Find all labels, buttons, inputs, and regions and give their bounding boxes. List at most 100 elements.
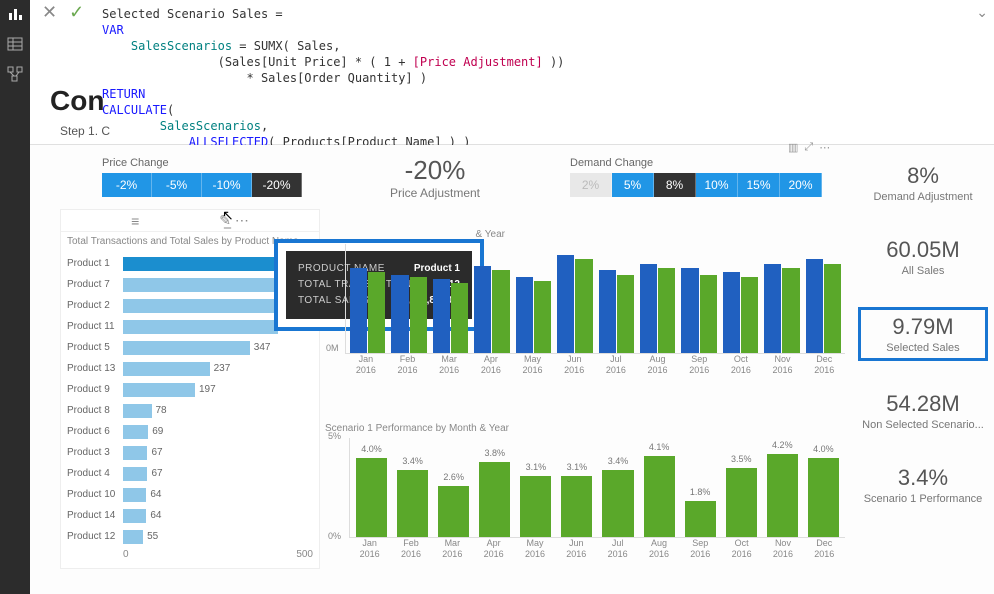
bar-row[interactable]: Product 5347: [67, 337, 313, 358]
perf-column[interactable]: 2.6%: [438, 486, 469, 537]
column-group[interactable]: [433, 244, 468, 353]
perf-column[interactable]: 3.4%: [397, 470, 428, 537]
demand-option[interactable]: 5%: [612, 173, 654, 197]
visual-export-icon[interactable]: ✎̲ ⋯: [219, 212, 249, 229]
kpi-column: 8%Demand Adjustment60.05MAll Sales9.79MS…: [858, 159, 988, 509]
bar-label: Product 4: [67, 468, 123, 479]
x-tick: Dec2016: [803, 354, 845, 376]
column-group[interactable]: [640, 244, 675, 353]
kpi-card: 3.4%Scenario 1 Performance: [858, 461, 988, 509]
demand-change-slicer: Demand Change 2%5%8%10%15%20%: [570, 157, 822, 197]
price-adjustment-value: -20%: [360, 155, 510, 186]
perf-column[interactable]: 3.1%: [520, 476, 551, 537]
perf-column[interactable]: 4.1%: [644, 456, 675, 537]
data-label: 3.4%: [608, 456, 629, 466]
x-tick: Nov2016: [762, 538, 803, 560]
more-icon[interactable]: ⋯: [819, 141, 830, 154]
bar-row[interactable]: Product 467: [67, 463, 313, 484]
x-tick: Aug2016: [637, 354, 679, 376]
formula-expand-icon[interactable]: ⌄: [976, 4, 988, 21]
data-view-icon[interactable]: [7, 36, 23, 52]
bar-label: Product 13: [67, 363, 123, 374]
formula-cancel-icon[interactable]: ✕: [42, 2, 57, 23]
step-label: Step 1. C: [60, 124, 110, 138]
x-tick: Apr2016: [473, 538, 514, 560]
data-label: 3.4%: [402, 456, 423, 466]
price-option[interactable]: -5%: [152, 173, 202, 197]
bar-row[interactable]: Product 9197: [67, 379, 313, 400]
perf-column[interactable]: 4.0%: [808, 458, 839, 537]
perf-column[interactable]: 4.2%: [767, 454, 798, 537]
kpi-label: Selected Sales: [863, 342, 983, 354]
price-change-slicer: Price Change -2%-5%-10%-20%: [102, 157, 302, 197]
x-tick: Jul2016: [595, 354, 637, 376]
perf-column[interactable]: 3.8%: [479, 462, 510, 537]
demand-option[interactable]: 10%: [696, 173, 738, 197]
demand-change-label: Demand Change: [570, 157, 822, 169]
column-group[interactable]: [806, 244, 841, 353]
x-tick: Sep2016: [678, 354, 720, 376]
column-group[interactable]: [350, 244, 385, 353]
column-group[interactable]: [764, 244, 799, 353]
formula-toolbar: ✕ ✓: [30, 2, 100, 23]
bar-label: Product 2: [67, 300, 123, 311]
column-y-zero: 0M: [326, 343, 339, 353]
bar-row[interactable]: Product 13237: [67, 358, 313, 379]
price-option[interactable]: -10%: [202, 173, 252, 197]
perf-column[interactable]: 1.8%: [685, 501, 716, 537]
performance-chart-visual[interactable]: Scenario 1 Performance by Month & Year 5…: [325, 423, 845, 573]
column-group[interactable]: [474, 244, 509, 353]
bar-row[interactable]: Product 878: [67, 400, 313, 421]
x-tick: May2016: [514, 538, 555, 560]
price-option[interactable]: -2%: [102, 173, 152, 197]
x-tick: Apr2016: [470, 354, 512, 376]
column-chart-visual[interactable]: & Year 0M Jan2016Feb2016Mar2016Apr2016Ma…: [325, 229, 845, 379]
kpi-card: 54.28MNon Selected Scenario...: [858, 387, 988, 435]
bar-row[interactable]: Product 1255: [67, 526, 313, 547]
perf-column[interactable]: 3.1%: [561, 476, 592, 537]
focus-icon[interactable]: ⤢: [804, 141, 813, 154]
x-tick: Sep2016: [680, 538, 721, 560]
data-label: 3.1%: [567, 462, 588, 472]
price-option[interactable]: -20%: [252, 173, 302, 197]
column-group[interactable]: [599, 244, 634, 353]
perf-chart-title: Scenario 1 Performance by Month & Year: [325, 423, 845, 434]
x-tick: Aug2016: [638, 538, 679, 560]
model-view-icon[interactable]: [7, 66, 23, 82]
formula-accept-icon[interactable]: ✓: [69, 2, 84, 23]
column-group[interactable]: [723, 244, 758, 353]
bar-row[interactable]: Product 669: [67, 421, 313, 442]
bar-label: Product 6: [67, 426, 123, 437]
filter-icon[interactable]: ▥: [788, 141, 798, 154]
report-view-icon[interactable]: [7, 6, 23, 22]
bar-label: Product 12: [67, 531, 123, 542]
data-label: 3.8%: [485, 448, 506, 458]
demand-option[interactable]: 20%: [780, 173, 822, 197]
kpi-label: Non Selected Scenario...: [860, 419, 986, 431]
column-group[interactable]: [391, 244, 426, 353]
perf-column[interactable]: 3.5%: [726, 468, 757, 537]
data-label: 3.1%: [526, 462, 547, 472]
perf-column[interactable]: 3.4%: [602, 470, 633, 537]
x-tick: Jul2016: [597, 538, 638, 560]
bar-row[interactable]: Product 367: [67, 442, 313, 463]
visual-filter-icon[interactable]: ≡: [131, 213, 139, 229]
demand-option[interactable]: 15%: [738, 173, 780, 197]
x-tick: Dec2016: [804, 538, 845, 560]
demand-option[interactable]: 8%: [654, 173, 696, 197]
column-group[interactable]: [681, 244, 716, 353]
formula-editor[interactable]: Selected Scenario Sales = VAR SalesScena…: [102, 6, 974, 150]
perf-column[interactable]: 4.0%: [356, 458, 387, 537]
bar-label: Product 8: [67, 405, 123, 416]
visual-action-icons: ▥ ⤢ ⋯: [788, 141, 830, 154]
column-group[interactable]: [516, 244, 551, 353]
perf-y0: 0%: [328, 531, 341, 541]
data-label: 4.1%: [649, 442, 670, 452]
bar-row[interactable]: Product 1464: [67, 505, 313, 526]
bar-label: Product 9: [67, 384, 123, 395]
demand-option[interactable]: 2%: [570, 173, 612, 197]
kpi-value: 9.79M: [863, 314, 983, 340]
bar-row[interactable]: Product 1064: [67, 484, 313, 505]
x-tick: May2016: [512, 354, 554, 376]
column-group[interactable]: [557, 244, 592, 353]
